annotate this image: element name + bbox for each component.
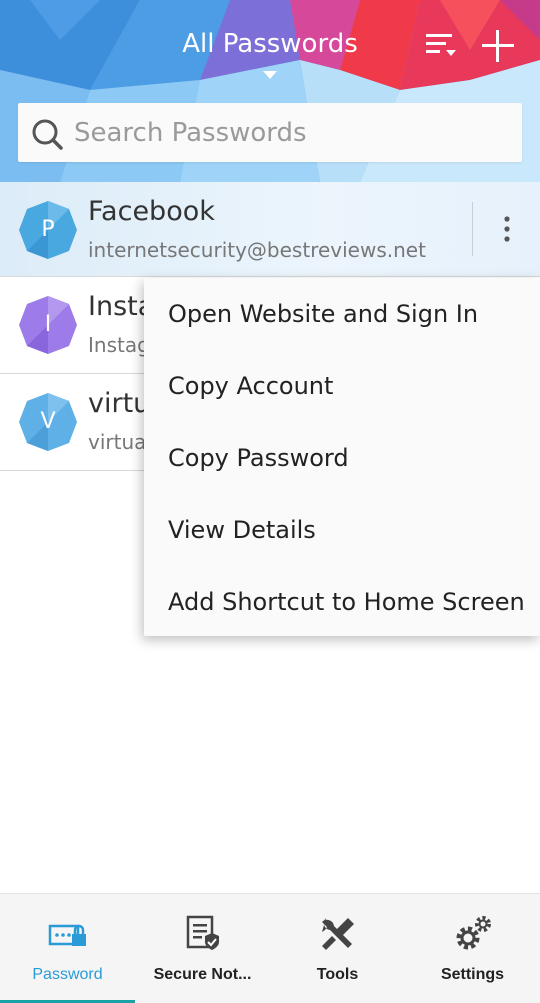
settings-icon [456, 916, 491, 950]
plus-icon[interactable] [478, 26, 518, 66]
page-title: All Passwords [182, 29, 358, 59]
tab-tools[interactable]: Tools [270, 894, 405, 1003]
tab-label: Password [32, 966, 103, 983]
tab-label: Tools [316, 966, 359, 983]
menu-item-add-shortcut[interactable]: Add Shortcut to Home Screen [144, 566, 540, 638]
menu-item-copy-account[interactable]: Copy Account [144, 350, 540, 422]
caret-down-icon [263, 71, 277, 79]
sort-icon[interactable] [422, 28, 458, 64]
tab-settings[interactable]: Settings [405, 894, 540, 1003]
tab-secure-notes[interactable]: Secure Not... [135, 894, 270, 1003]
secure-notes-icon [186, 915, 219, 950]
menu-item-copy-password[interactable]: Copy Password [144, 422, 540, 494]
tab-password[interactable]: Password [0, 894, 135, 1003]
tab-label: Settings [440, 966, 505, 983]
avatar-letter: I [44, 312, 52, 337]
entry-account: virtual [88, 430, 152, 454]
search-input[interactable] [74, 103, 514, 162]
avatar-letter: P [41, 217, 55, 242]
tab-label: Secure Not... [153, 966, 252, 983]
header: All Passwords [0, 0, 540, 182]
entry-account: internetsecurity@bestreviews.net [88, 238, 426, 262]
title-dropdown[interactable]: All Passwords [160, 28, 380, 84]
divider [472, 202, 473, 256]
bottom-navigation: Password Secure Not... Tools Settings [0, 893, 540, 1003]
context-menu: Open Website and Sign In Copy Account Co… [144, 278, 540, 636]
tools-icon [322, 918, 354, 950]
password-icon [48, 924, 86, 946]
list-item[interactable]: P Facebook internetsecurity@bestreviews.… [0, 182, 540, 277]
menu-item-view-details[interactable]: View Details [144, 494, 540, 566]
more-vertical-icon[interactable] [494, 212, 520, 246]
avatar-letter: V [40, 409, 56, 434]
search-bar[interactable] [18, 103, 522, 162]
menu-item-open-website[interactable]: Open Website and Sign In [144, 278, 540, 350]
entry-name: Facebook [88, 196, 215, 227]
search-icon [32, 119, 63, 150]
